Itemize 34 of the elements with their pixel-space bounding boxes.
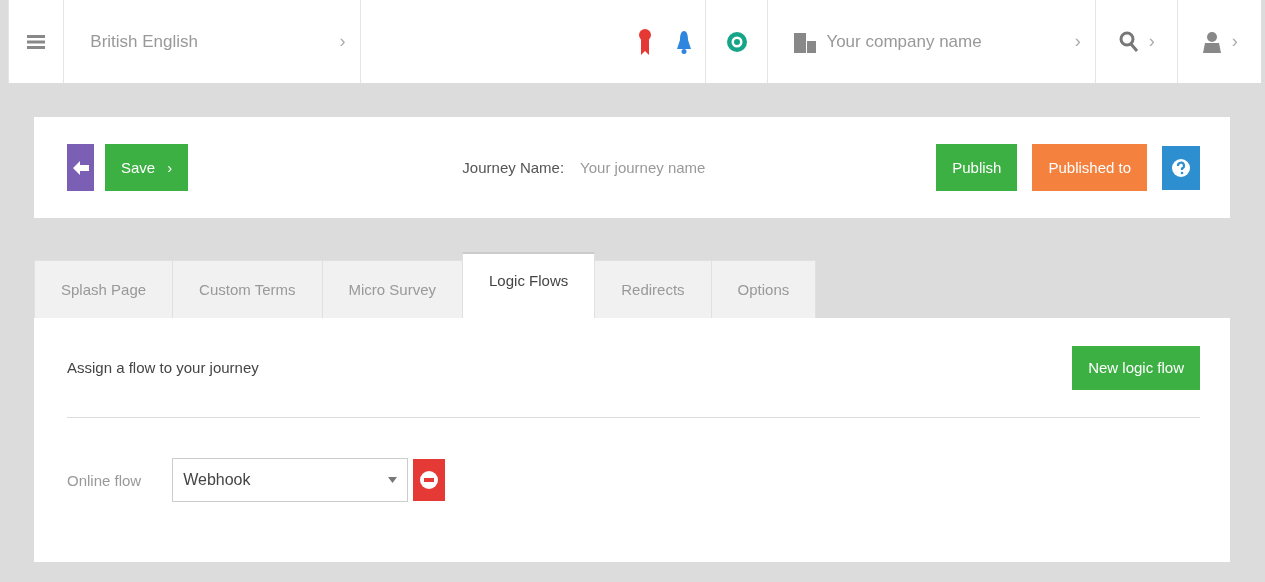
publish-button[interactable]: Publish	[936, 144, 1018, 191]
user-icon[interactable]	[1201, 30, 1222, 53]
chevron: ›	[1148, 31, 1155, 52]
search-icon[interactable]	[1118, 30, 1139, 53]
award-ribbon-icon[interactable]	[639, 28, 652, 55]
chevron: ›	[1231, 31, 1238, 52]
tab[interactable]: Logic Flows	[462, 252, 596, 318]
tab[interactable]: Splash Page	[34, 260, 174, 318]
help-button[interactable]	[1162, 145, 1200, 190]
help-icon	[1171, 157, 1191, 178]
company-selector[interactable]: Your company name	[826, 31, 982, 52]
tab[interactable]: Micro Survey	[321, 260, 464, 318]
menu-icon[interactable]	[27, 34, 46, 49]
flow-dropdown[interactable]: Webhook	[172, 458, 409, 502]
caret-icon	[388, 477, 398, 483]
online-flow-label: Online flow	[67, 471, 142, 489]
eye-icon[interactable]	[725, 30, 748, 53]
language-selector[interactable]: British English	[90, 31, 199, 52]
minus-circle-icon	[419, 470, 440, 490]
tab[interactable]: Options	[710, 260, 817, 318]
bell-icon[interactable]	[677, 29, 692, 54]
section-heading: Assign a flow to your journey	[67, 359, 259, 376]
back-button[interactable]	[67, 144, 94, 191]
journey-name-label: Journey Name:	[462, 159, 565, 176]
building-icon	[794, 30, 817, 53]
new-logic-flow-button[interactable]: New logic flow	[1072, 345, 1200, 390]
remove-button[interactable]	[413, 459, 446, 501]
arrow-left-icon	[72, 160, 89, 175]
chevron: ›	[1074, 31, 1081, 52]
chevron: ›	[339, 31, 346, 52]
tab[interactable]: Redirects	[594, 260, 712, 318]
tab[interactable]: Custom Terms	[172, 260, 323, 318]
save-button[interactable]: Save ›	[105, 144, 189, 191]
published-to-button[interactable]: Published to	[1032, 144, 1147, 191]
